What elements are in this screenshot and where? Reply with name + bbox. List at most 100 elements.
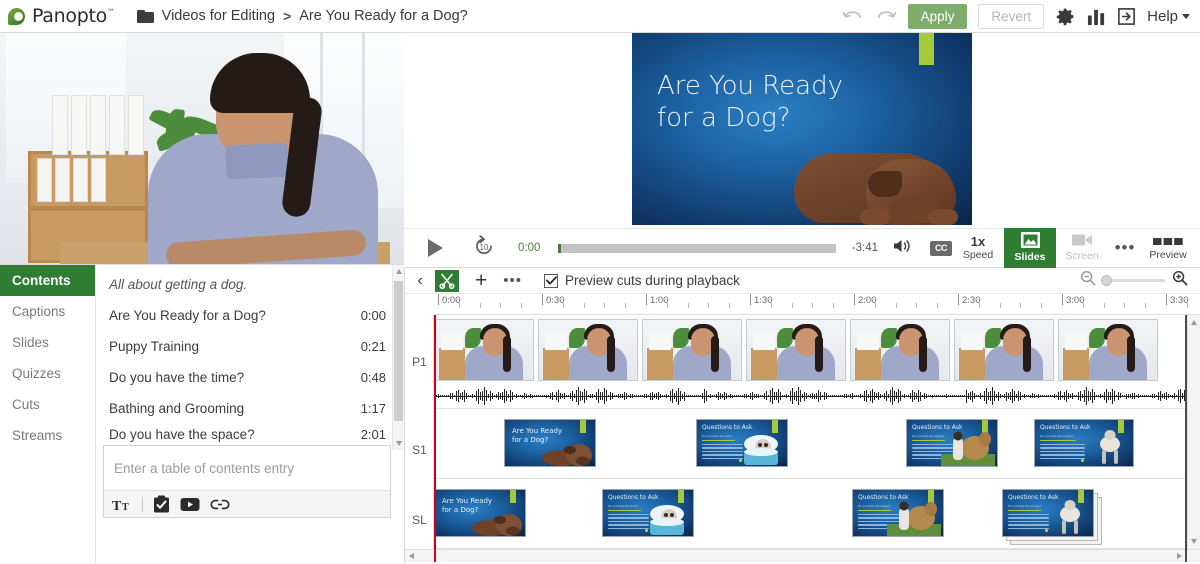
waveform-bar <box>610 391 611 401</box>
video-thumbnail[interactable] <box>434 319 534 381</box>
add-cut-button[interactable]: + <box>475 270 487 291</box>
contents-scrollbar[interactable] <box>392 265 404 450</box>
waveform-bar <box>456 391 457 401</box>
timeline-more-button[interactable]: ••• <box>503 272 522 289</box>
waveform-bar <box>898 388 899 404</box>
breadcrumb-folder[interactable]: Videos for Editing <box>162 8 275 24</box>
waveform-bar <box>884 392 885 400</box>
waveform-bar <box>718 391 719 401</box>
panopto-logo[interactable]: Panopto™ <box>8 5 115 27</box>
list-item[interactable]: Bathing and Grooming 1:17 <box>96 393 404 424</box>
exit-icon[interactable] <box>1117 7 1136 26</box>
zoom-out-icon[interactable] <box>1080 270 1096 291</box>
text-format-icon[interactable]: TT <box>112 497 132 512</box>
waveform-bar <box>912 390 913 402</box>
preview-layout-button[interactable]: Preview <box>1142 228 1194 268</box>
slide-thumbnail[interactable]: Are You Ready for a Dog? <box>434 489 526 537</box>
scroll-down-arrow[interactable] <box>1191 539 1197 544</box>
slide-thumbnail[interactable]: Are You Ready for a Dog? <box>504 419 596 467</box>
scroll-down-arrow[interactable] <box>395 441 402 446</box>
slide-thumbnail[interactable]: Questions to Ask Do you have the space? <box>906 419 998 467</box>
slides-view-button[interactable]: Slides <box>1004 228 1056 268</box>
slide-preview[interactable]: Are You Ready for a Dog? <box>632 33 972 225</box>
playhead[interactable] <box>434 315 436 562</box>
captions-button[interactable]: CC <box>930 240 952 256</box>
waveform-bar <box>1012 388 1013 404</box>
chevron-left-icon[interactable]: ‹ <box>411 272 429 290</box>
revert-button[interactable]: Revert <box>978 3 1045 29</box>
waveform-bar <box>790 391 791 401</box>
tab-streams[interactable]: Streams <box>0 420 95 451</box>
screen-view-button[interactable]: Screen <box>1056 228 1108 268</box>
video-thumbnail[interactable] <box>954 319 1054 381</box>
video-icon[interactable] <box>180 497 200 512</box>
link-icon[interactable] <box>210 498 230 511</box>
slide-thumbnail[interactable]: Questions to Ask Do you have the time? <box>696 419 788 467</box>
waveform-bar <box>652 391 653 401</box>
video-thumbnail[interactable] <box>746 319 846 381</box>
preview-cuts-checkbox[interactable]: Preview cuts during playback <box>544 273 740 288</box>
slide-thumbnail[interactable]: Questions to Ask Do you have the time? <box>602 489 694 537</box>
waveform-bar <box>984 390 985 402</box>
waveform-bar <box>904 394 905 398</box>
play-button[interactable] <box>420 239 450 257</box>
bar-chart-icon[interactable] <box>1087 7 1106 26</box>
timeline-vertical-scrollbar[interactable] <box>1187 315 1200 562</box>
apply-button[interactable]: Apply <box>907 3 968 29</box>
tab-slides[interactable]: Slides <box>0 327 95 358</box>
scissors-icon[interactable] <box>435 269 459 292</box>
waveform-bar <box>516 394 517 398</box>
gear-icon[interactable] <box>1055 6 1076 27</box>
video-thumbnail[interactable] <box>1058 319 1158 381</box>
scroll-right-arrow[interactable] <box>1177 552 1182 559</box>
zoom-in-icon[interactable] <box>1172 270 1188 291</box>
seek-bar[interactable] <box>558 243 836 253</box>
slide-thumbnail[interactable]: Questions to Ask Do you have the space? <box>852 489 944 537</box>
scroll-thumb[interactable] <box>394 281 403 421</box>
help-menu[interactable]: Help <box>1147 8 1190 25</box>
undo-button[interactable] <box>842 6 864 26</box>
tab-captions[interactable]: Captions <box>0 296 95 327</box>
slide-accent-bar <box>580 420 586 433</box>
waveform-bar <box>730 394 731 398</box>
scroll-up-arrow[interactable] <box>395 269 402 274</box>
speed-button[interactable]: 1x Speed <box>952 228 1004 268</box>
timeline-horizontal-scrollbar[interactable] <box>405 549 1200 562</box>
waveform-bar <box>682 393 683 399</box>
primary-video-preview[interactable] <box>0 33 404 264</box>
waveform-bar <box>1170 395 1171 398</box>
tab-quizzes[interactable]: Quizzes <box>0 358 95 389</box>
slide-thumbnail[interactable]: Questions to Ask Do you have the money? <box>1034 419 1134 467</box>
video-thumbnail[interactable] <box>642 319 742 381</box>
rewind-10-button[interactable]: 10 <box>472 234 496 263</box>
contents-entry-input[interactable] <box>104 446 390 491</box>
waveform-bar <box>1066 390 1067 402</box>
redo-button[interactable] <box>875 6 897 26</box>
list-item[interactable]: Puppy Training 0:21 <box>96 331 404 362</box>
zoom-slider[interactable] <box>1101 275 1165 286</box>
list-item[interactable]: Are You Ready for a Dog? 0:00 <box>96 300 404 331</box>
tab-cuts[interactable]: Cuts <box>0 389 95 420</box>
list-item[interactable]: Do you have the time? 0:48 <box>96 362 404 393</box>
waveform-bar <box>832 395 833 397</box>
video-thumbnail[interactable] <box>850 319 950 381</box>
video-thumbnail[interactable] <box>538 319 638 381</box>
waveform-bar <box>448 395 449 397</box>
slide-thumbnail[interactable]: Questions to Ask Do you have the money? <box>1002 489 1094 537</box>
volume-icon[interactable] <box>892 237 914 260</box>
player-more-button[interactable]: ••• <box>1108 238 1142 258</box>
list-item[interactable]: Do you have the space? 2:01 <box>96 424 404 444</box>
waveform-bar <box>608 394 609 398</box>
zoom-slider-knob[interactable] <box>1101 275 1112 286</box>
scroll-left-arrow[interactable] <box>409 552 414 559</box>
tab-contents[interactable]: Contents <box>0 265 95 296</box>
waveform-bar <box>602 392 603 400</box>
timeline-ruler[interactable]: 0:00 0:30 1:00 1:30 2:00 2:30 3:00 3:30 <box>434 294 1200 315</box>
editor-panel: Contents Captions Slides Quizzes Cuts St… <box>0 264 404 564</box>
scroll-up-arrow[interactable] <box>1191 320 1197 325</box>
waveform-bar <box>806 393 807 399</box>
screen-label: Screen <box>1065 250 1099 262</box>
quiz-icon[interactable] <box>153 495 170 513</box>
waveform-bar <box>550 392 551 400</box>
waveform-bar <box>724 391 725 401</box>
